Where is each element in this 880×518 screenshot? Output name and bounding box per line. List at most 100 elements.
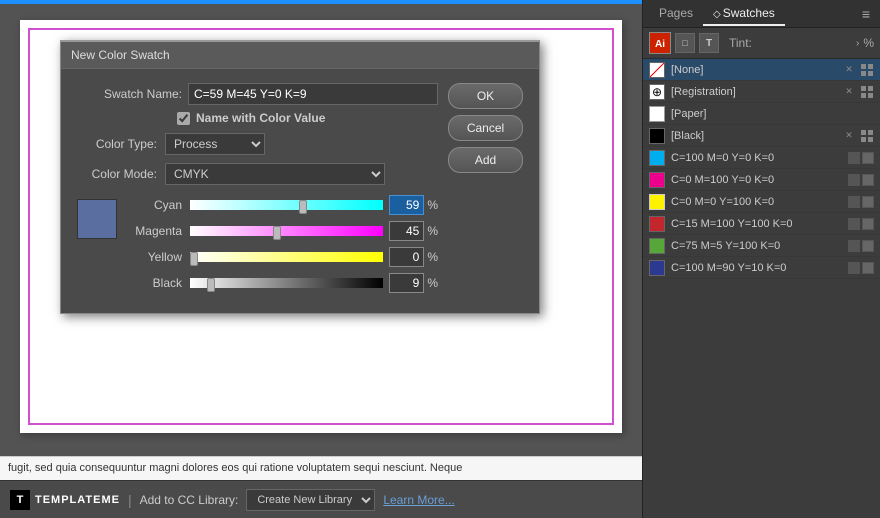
mini-icon7 bbox=[848, 218, 860, 230]
yellow-input[interactable] bbox=[389, 247, 424, 267]
toolbar-square-icon[interactable]: □ bbox=[675, 33, 695, 53]
tab-swatches[interactable]: ◇Swatches bbox=[703, 2, 785, 26]
mini-icon11 bbox=[848, 262, 860, 274]
bottom-bar: T TEMPLATEME | Add to CC Library: Create… bbox=[0, 480, 642, 518]
swatch-item-black[interactable]: [Black] ✕ bbox=[643, 125, 880, 147]
swatch-delete-icon-black[interactable]: ✕ bbox=[842, 129, 856, 143]
black-input[interactable] bbox=[389, 273, 424, 293]
swatch-name-none: [None] bbox=[671, 64, 838, 76]
swatch-item-c100m0y0k0[interactable]: C=100 M=0 Y=0 K=0 bbox=[643, 147, 880, 169]
color-mode-select[interactable]: CMYK RGB Lab bbox=[165, 163, 385, 185]
swatch-color-blue bbox=[649, 260, 665, 276]
swatch-name-input[interactable] bbox=[188, 83, 438, 105]
tab-pages[interactable]: Pages bbox=[649, 2, 703, 26]
mini-icon8 bbox=[862, 218, 874, 230]
mini-icon4 bbox=[862, 174, 874, 186]
name-with-color-checkbox[interactable] bbox=[177, 112, 190, 125]
swatch-color-c100 bbox=[649, 150, 665, 166]
swatch-item-registration[interactable]: ⊕ [Registration] ✕ bbox=[643, 81, 880, 103]
magenta-slider[interactable] bbox=[190, 226, 383, 236]
swatch-item-c0m100y0k0[interactable]: C=0 M=100 Y=0 K=0 bbox=[643, 169, 880, 191]
swatch-color-green bbox=[649, 238, 665, 254]
cyan-label: Cyan bbox=[127, 198, 182, 212]
color-type-select[interactable]: Process Spot bbox=[165, 133, 265, 155]
swatches-list[interactable]: [None] ✕ ⊕ [Registration] ✕ [Paper] bbox=[643, 59, 880, 518]
main-canvas-area: New Color Swatch Swatch Name: Name with … bbox=[0, 0, 642, 518]
new-color-swatch-dialog: New Color Swatch Swatch Name: Name with … bbox=[60, 40, 540, 314]
mini-icon12 bbox=[862, 262, 874, 274]
learn-more-link[interactable]: Learn More... bbox=[383, 493, 454, 507]
mini-icon1 bbox=[848, 152, 860, 164]
panel-menu-button[interactable]: ≡ bbox=[858, 4, 874, 24]
color-type-label: Color Type: bbox=[77, 137, 157, 151]
swatch-color-red bbox=[649, 216, 665, 232]
swatch-grid-icon-black[interactable] bbox=[860, 129, 874, 143]
color-mode-label: Color Mode: bbox=[77, 167, 157, 181]
swatch-item-c15m100y100k0[interactable]: C=15 M=100 Y=100 K=0 bbox=[643, 213, 880, 235]
swatch-color-registration: ⊕ bbox=[649, 84, 665, 100]
svg-text:Ai: Ai bbox=[655, 39, 665, 50]
swatch-actions-none: ✕ bbox=[842, 63, 874, 77]
template-text: TEMPLATEME bbox=[35, 494, 120, 506]
tint-pct: % bbox=[863, 36, 874, 50]
library-dropdown[interactable]: Create New Library bbox=[246, 489, 375, 511]
swatch-grid-icon-none[interactable] bbox=[860, 63, 874, 77]
swatch-mini-red bbox=[848, 218, 874, 230]
swatch-color-none bbox=[649, 62, 665, 78]
black-slider[interactable] bbox=[190, 278, 383, 288]
template-icon: T bbox=[10, 490, 30, 510]
cancel-button[interactable]: Cancel bbox=[448, 115, 523, 141]
swatch-color-y100 bbox=[649, 194, 665, 210]
swatch-name-paper: [Paper] bbox=[671, 108, 874, 120]
add-button[interactable]: Add bbox=[448, 147, 523, 173]
swatch-name-c100: C=100 M=0 Y=0 K=0 bbox=[671, 152, 846, 164]
swatch-color-black bbox=[649, 128, 665, 144]
swatch-item-paper[interactable]: [Paper] bbox=[643, 103, 880, 125]
swatch-delete-icon-none[interactable]: ✕ bbox=[842, 63, 856, 77]
cyan-pct: % bbox=[427, 198, 438, 212]
swatch-delete-icon-registration[interactable]: ✕ bbox=[842, 85, 856, 99]
swatch-name-red: C=15 M=100 Y=100 K=0 bbox=[671, 218, 846, 230]
black-pct: % bbox=[427, 276, 438, 290]
template-logo: T TEMPLATEME bbox=[10, 490, 120, 510]
magenta-label: Magenta bbox=[127, 224, 182, 238]
lorem-text-bar: fugit, sed quia consequuntur magni dolor… bbox=[0, 456, 642, 480]
toolbar-text-icon[interactable]: T bbox=[699, 33, 719, 53]
magenta-input[interactable] bbox=[389, 221, 424, 241]
name-with-color-label: Name with Color Value bbox=[196, 111, 325, 125]
swatch-name-black: [Black] bbox=[671, 130, 838, 142]
swatch-actions-black: ✕ bbox=[842, 129, 874, 143]
color-preview bbox=[77, 199, 117, 239]
swatch-color-paper bbox=[649, 106, 665, 122]
ok-button[interactable]: OK bbox=[448, 83, 523, 109]
panel-logo: Ai bbox=[649, 32, 671, 54]
swatch-mini-c100 bbox=[848, 152, 874, 164]
magenta-pct: % bbox=[427, 224, 438, 238]
yellow-pct: % bbox=[427, 250, 438, 264]
swatch-color-m100 bbox=[649, 172, 665, 188]
cyan-slider[interactable] bbox=[190, 200, 383, 210]
swatch-name-blue: C=100 M=90 Y=10 K=0 bbox=[671, 262, 846, 274]
swatch-name-y100: C=0 M=0 Y=100 K=0 bbox=[671, 196, 846, 208]
swatch-actions-registration: ✕ bbox=[842, 85, 874, 99]
mini-icon3 bbox=[848, 174, 860, 186]
swatch-name-registration: [Registration] bbox=[671, 86, 838, 98]
swatch-grid-icon-registration[interactable] bbox=[860, 85, 874, 99]
yellow-label: Yellow bbox=[127, 250, 182, 264]
tint-chevron: › bbox=[856, 38, 859, 49]
swatch-mini-green bbox=[848, 240, 874, 252]
black-label: Black bbox=[127, 276, 182, 290]
add-library-label: Add to CC Library: bbox=[140, 493, 239, 507]
swatch-item-c0m0y100k0[interactable]: C=0 M=0 Y=100 K=0 bbox=[643, 191, 880, 213]
mini-icon6 bbox=[862, 196, 874, 208]
panel-tabs: Pages ◇Swatches ≡ bbox=[643, 0, 880, 28]
mini-icon2 bbox=[862, 152, 874, 164]
swatch-item-c75m5y100k0[interactable]: C=75 M=5 Y=100 K=0 bbox=[643, 235, 880, 257]
yellow-slider[interactable] bbox=[190, 252, 383, 262]
swatch-mini-y100 bbox=[848, 196, 874, 208]
cyan-input[interactable] bbox=[389, 195, 424, 215]
swatch-item-c100m90y10k0[interactable]: C=100 M=90 Y=10 K=0 bbox=[643, 257, 880, 279]
bottom-separator: | bbox=[128, 492, 132, 508]
swatch-mini-blue bbox=[848, 262, 874, 274]
swatch-item-none[interactable]: [None] ✕ bbox=[643, 59, 880, 81]
